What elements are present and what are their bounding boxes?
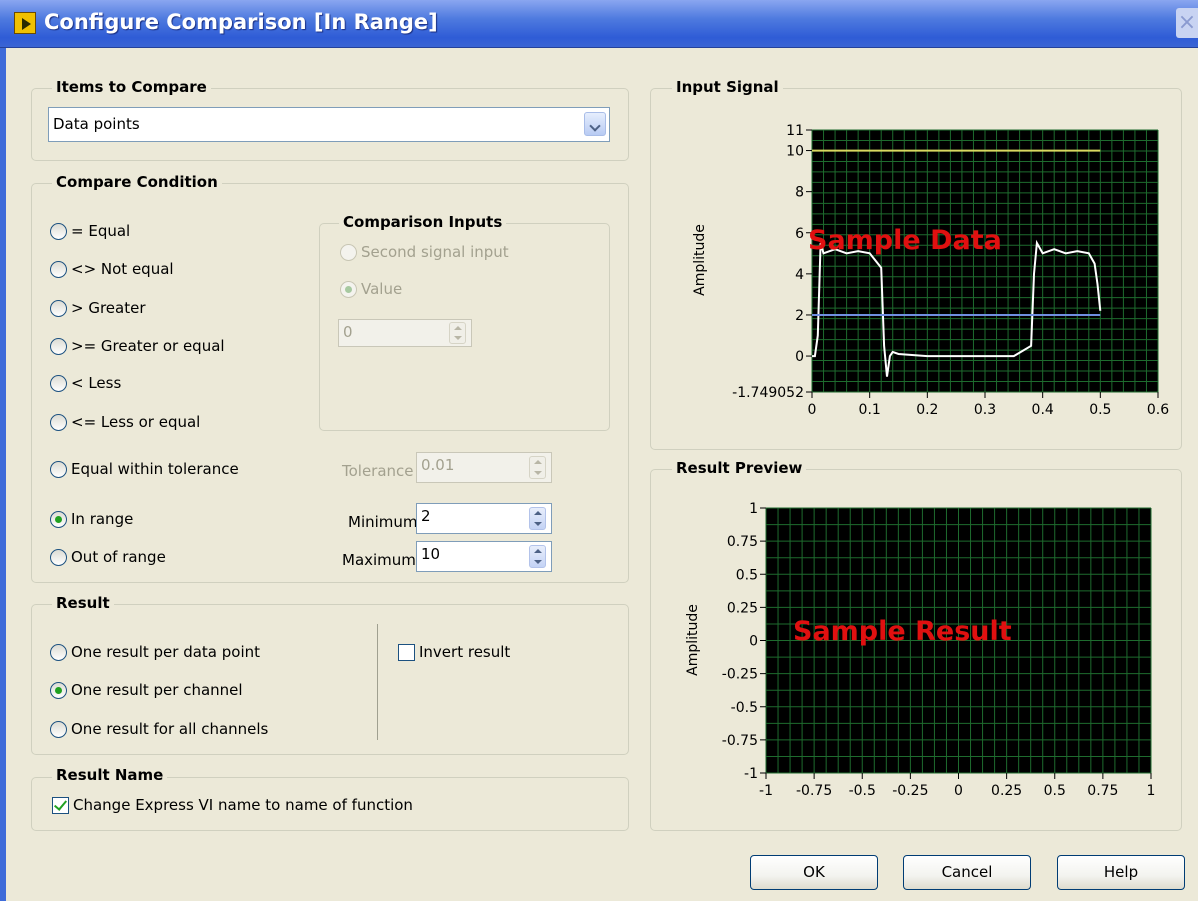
x-tick-label: 0.1 <box>859 402 881 418</box>
y-tick-label: 0 <box>795 349 804 365</box>
x-tick-label: 0.75 <box>1087 783 1118 799</box>
y-tick-label: -0.75 <box>722 733 758 749</box>
result-preview-graph: 1 0.75 0.5 0.25 0 -0.25 -0.5 -0.75 -1 -1 -0.75 -0.… <box>685 501 1155 799</box>
x-tick-label: 0.3 <box>974 402 996 418</box>
x-tick-label: 0.5 <box>1044 783 1066 799</box>
ok-button[interactable]: OK <box>750 855 878 890</box>
input-signal-graph: 111086420-1.749052 0 0.1 0.2 0.3 0.4 0.5 0.6 A… <box>692 123 1169 418</box>
y-tick-label: -1 <box>744 766 758 782</box>
y-tick-label: -1.749052 <box>732 385 804 401</box>
x-tick-label: 0 <box>808 402 817 418</box>
y-tick-label: -0.25 <box>722 667 758 683</box>
y-tick-label: 1 <box>749 501 758 517</box>
y-tick-label: -0.5 <box>731 700 758 716</box>
y-tick-label: 0 <box>749 634 758 650</box>
x-tick-label: 1 <box>1147 783 1156 799</box>
x-tick-label: 0.2 <box>916 402 938 418</box>
x-tick-label: -0.25 <box>892 783 928 799</box>
result-preview-y-ticks: 1 0.75 0.5 0.25 0 -0.25 -0.5 -0.75 -1 <box>722 501 766 782</box>
x-tick-label: 0.25 <box>991 783 1022 799</box>
x-tick-label: 0.5 <box>1089 402 1111 418</box>
y-tick-label: 0.25 <box>727 600 758 616</box>
x-tick-label: -0.75 <box>796 783 832 799</box>
y-tick-label: 8 <box>795 185 804 201</box>
y-tick-label: 10 <box>786 144 804 160</box>
cancel-button[interactable]: Cancel <box>903 855 1031 890</box>
result-preview-overlay: Sample Result <box>793 616 1012 647</box>
input-signal-x-ticks: 0 0.1 0.2 0.3 0.4 0.5 0.6 <box>808 392 1169 418</box>
y-tick-label: 11 <box>786 123 804 139</box>
result-preview-x-ticks: -1 -0.75 -0.5 -0.25 0 0.25 0.5 0.75 1 <box>759 773 1155 799</box>
x-tick-label: 0 <box>954 783 963 799</box>
input-signal-overlay: Sample Data <box>808 225 1002 256</box>
y-tick-label: 6 <box>795 226 804 242</box>
y-tick-label: 0.5 <box>736 567 758 583</box>
y-tick-label: 4 <box>795 267 804 283</box>
result-preview-ylabel: Amplitude <box>685 604 701 676</box>
y-tick-label: 0.75 <box>727 534 758 550</box>
x-tick-label: -1 <box>759 783 773 799</box>
x-tick-label: 0.6 <box>1147 402 1169 418</box>
y-tick-label: 2 <box>795 308 804 324</box>
plots-layer: 111086420-1.749052 0 0.1 0.2 0.3 0.4 0.5 0.6 A… <box>685 123 1169 799</box>
help-button[interactable]: Help <box>1057 855 1185 890</box>
x-tick-label: -0.5 <box>849 783 876 799</box>
input-signal-ylabel: Amplitude <box>692 224 708 296</box>
input-signal-y-ticks: 11 10 8 6 4 2 0 -1.749052 <box>732 123 812 401</box>
x-tick-label: 0.4 <box>1032 402 1054 418</box>
